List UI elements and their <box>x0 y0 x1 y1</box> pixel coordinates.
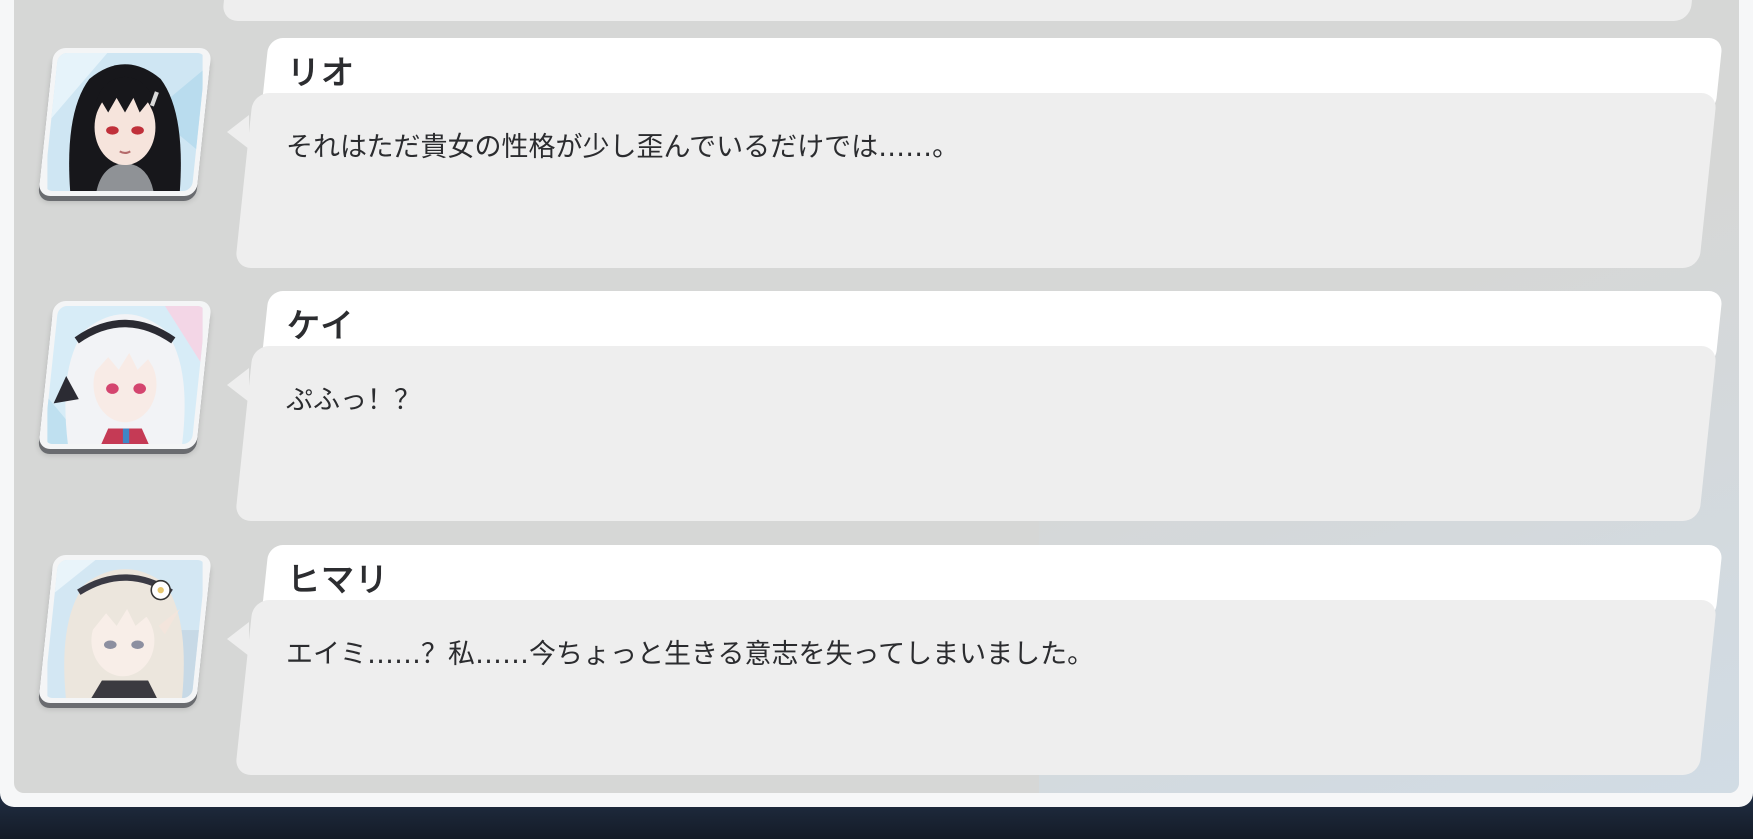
bubble-pointer <box>227 622 249 656</box>
kei-portrait-icon <box>38 301 212 449</box>
message-text: ぷふっ！？ <box>286 385 421 416</box>
previous-message-bubble <box>221 0 1697 21</box>
himari-portrait-icon <box>38 555 212 703</box>
speaker-name: リオ <box>287 53 355 92</box>
speaker-name: ヒマリ <box>287 560 389 599</box>
message-bubble <box>234 600 1718 775</box>
dialogue-log-list[interactable]: リオ それはただ貴女の性格が少し歪んでいるだけでは……。 ケイ ぷふっ！？ ヒマ… <box>14 0 1739 793</box>
bubble-pointer <box>227 115 249 149</box>
bubble-pointer <box>227 368 249 402</box>
speaker-name: ケイ <box>287 306 355 345</box>
rio-portrait-icon <box>38 48 212 196</box>
dialogue-log-panel[interactable]: リオ それはただ貴女の性格が少し歪んでいるだけでは……。 ケイ ぷふっ！？ ヒマ… <box>0 0 1753 807</box>
message-bubble <box>234 93 1718 268</box>
message-text: エイミ……？私……今ちょっと生きる意志を失ってしまいました。 <box>286 639 1095 670</box>
log-entry-rio: リオ それはただ貴女の性格が少し歪んでいるだけでは……。 <box>14 38 1739 278</box>
log-entry-kei: ケイ ぷふっ！？ <box>14 291 1739 531</box>
message-text: それはただ貴女の性格が少し歪んでいるだけでは……。 <box>286 132 960 163</box>
message-bubble <box>234 346 1718 521</box>
log-entry-himari: ヒマリ エイミ……？私……今ちょっと生きる意志を失ってしまいました。 <box>14 545 1739 785</box>
